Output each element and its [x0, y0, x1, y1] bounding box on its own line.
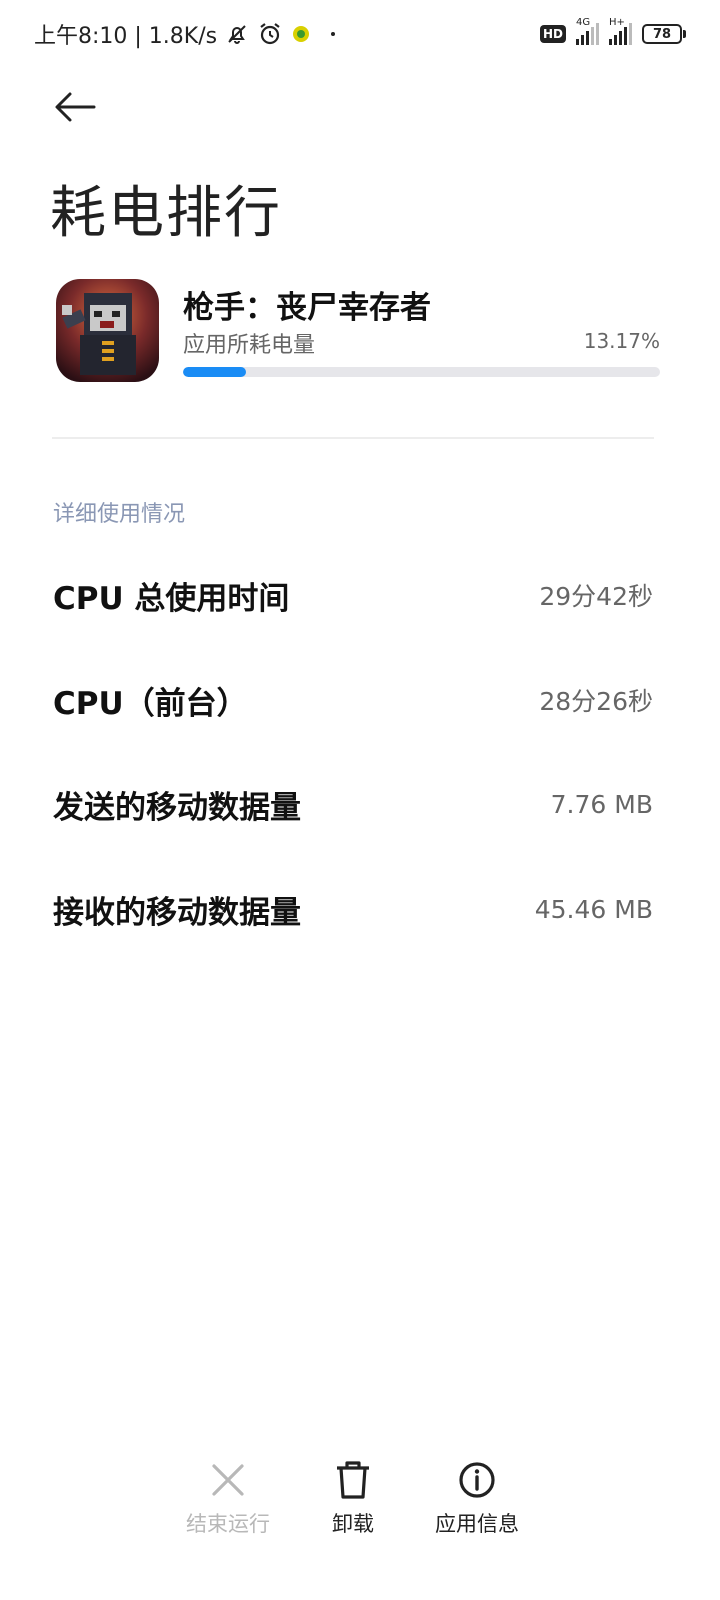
back-button[interactable] — [46, 82, 104, 132]
detail-row-cpu-total: CPU 总使用时间 29分42秒 — [53, 565, 653, 625]
detail-value: 7.76 MB — [550, 789, 653, 819]
usage-label: 应用所耗电量 — [183, 333, 316, 358]
divider — [52, 437, 654, 439]
more-notifications-dot-icon — [319, 29, 339, 39]
network-type-label-2: H+ — [609, 17, 625, 28]
bell-muted-icon — [225, 22, 249, 46]
signal-strength-icon-sim1: 4G — [576, 17, 599, 45]
trash-icon — [331, 1458, 375, 1502]
app-info-button-label: 应用信息 — [435, 1512, 519, 1536]
hd-voice-badge: HD — [539, 25, 566, 43]
detail-value: 28分26秒 — [539, 687, 653, 716]
battery-icon: 78 — [642, 24, 686, 44]
app-info-button[interactable]: 应用信息 — [417, 1458, 537, 1548]
status-bar: 上午8:10 | 1.8K/s HD 4G H+ 78 — [0, 0, 720, 68]
alarm-clock-icon — [257, 21, 283, 47]
detail-row-data-sent: 发送的移动数据量 7.76 MB — [53, 774, 653, 834]
usage-progress-bar — [183, 367, 660, 377]
status-bar-left: 上午8:10 | 1.8K/s — [34, 18, 339, 50]
detail-key: 接收的移动数据量 — [53, 894, 301, 931]
detail-value: 29分42秒 — [539, 582, 653, 611]
info-icon — [455, 1458, 499, 1502]
detail-row-data-received: 接收的移动数据量 45.46 MB — [53, 879, 653, 939]
close-icon — [206, 1458, 250, 1502]
detail-value: 45.46 MB — [534, 894, 653, 924]
battery-usage-page: 上午8:10 | 1.8K/s HD 4G H+ 78 耗电排行 枪手：丧尸幸存… — [0, 0, 720, 1600]
status-time-speed: 上午8:10 | 1.8K/s — [34, 24, 218, 49]
signal-strength-icon-sim2: H+ — [609, 17, 632, 45]
detail-key: CPU 总使用时间 — [53, 580, 290, 617]
uninstall-button[interactable]: 卸载 — [293, 1458, 413, 1548]
stop-button-label: 结束运行 — [186, 1512, 270, 1536]
app-icon — [56, 279, 159, 382]
app-name: 枪手：丧尸幸存者 — [183, 290, 431, 326]
bottom-action-bar: 结束运行 卸载 应用信息 — [0, 1458, 720, 1548]
detail-key: CPU（前台） — [53, 685, 248, 722]
page-title: 耗电排行 — [50, 181, 282, 246]
network-type-label-1: 4G — [576, 17, 591, 28]
app-notification-icon — [291, 24, 311, 44]
detail-row-cpu-foreground: CPU（前台） 28分26秒 — [53, 670, 653, 730]
stop-button[interactable]: 结束运行 — [168, 1458, 288, 1548]
arrow-left-icon — [55, 92, 96, 122]
battery-level: 78 — [642, 24, 682, 44]
status-bar-right: HD 4G H+ 78 — [539, 17, 686, 45]
detail-key: 发送的移动数据量 — [53, 789, 301, 826]
section-label-details: 详细使用情况 — [53, 502, 186, 527]
usage-percent: 13.17% — [583, 329, 660, 353]
usage-progress-fill — [183, 367, 246, 377]
uninstall-button-label: 卸载 — [332, 1512, 374, 1536]
